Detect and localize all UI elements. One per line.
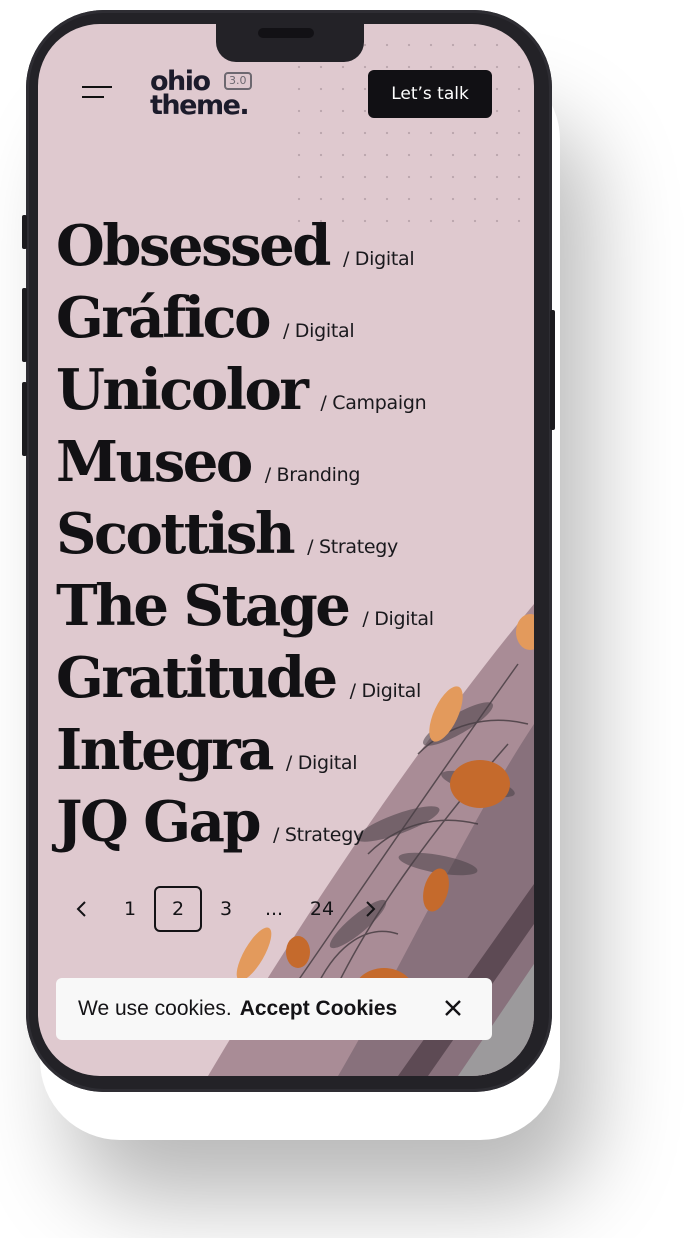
project-category: / Digital xyxy=(285,752,358,774)
phone-side-button xyxy=(22,382,27,456)
cookie-message: We use cookies. xyxy=(78,997,232,1020)
menu-line xyxy=(82,96,104,98)
pagination-prev-button[interactable] xyxy=(58,886,106,932)
project-name: Museo xyxy=(56,429,253,495)
logo-version-badge: 3.0 xyxy=(224,72,252,90)
dot-grid-decoration xyxy=(288,34,534,234)
project-item[interactable]: Museo / Branding xyxy=(56,426,434,498)
project-name: JQ Gap xyxy=(56,789,262,855)
project-item[interactable]: Gráfico / Digital xyxy=(56,282,434,354)
project-category: / Digital xyxy=(282,320,355,342)
close-icon[interactable] xyxy=(438,993,468,1023)
chevron-right-icon xyxy=(366,901,376,917)
project-item[interactable]: Unicolor / Campaign xyxy=(56,354,434,426)
project-list: Obsessed / Digital Gráfico / Digital Unico… xyxy=(56,210,434,858)
pagination-ellipsis: ... xyxy=(264,898,284,920)
pagination-page[interactable]: 24 xyxy=(298,886,346,932)
pagination: 1 2 3 ... 24 xyxy=(58,886,394,932)
phone-side-button xyxy=(22,215,27,249)
project-category: / Digital xyxy=(342,248,415,270)
project-name: Scottish xyxy=(56,501,296,567)
project-category: / Digital xyxy=(349,680,422,702)
logo-line-2: theme. xyxy=(150,90,250,121)
speaker xyxy=(258,28,314,38)
project-name: Obsessed xyxy=(56,213,331,279)
project-item[interactable]: The Stage / Digital xyxy=(56,570,434,642)
phone-side-button xyxy=(22,288,27,362)
pagination-page[interactable]: 3 xyxy=(202,886,250,932)
chevron-left-icon xyxy=(76,901,86,917)
accept-cookies-button[interactable]: Accept Cookies xyxy=(240,997,398,1021)
phone-frame: ohio theme. 3.0 Let’s talk Obsessed / Dig… xyxy=(22,10,555,1092)
project-item[interactable]: Gratitude / Digital xyxy=(56,642,434,714)
pagination-page-current[interactable]: 2 xyxy=(154,886,202,932)
project-category: / Digital xyxy=(362,608,434,630)
project-item[interactable]: Scottish / Strategy xyxy=(56,498,434,570)
project-name: Unicolor xyxy=(56,357,309,423)
pagination-next-button[interactable] xyxy=(346,886,394,932)
project-name: Gratitude xyxy=(56,645,338,711)
project-name: The Stage xyxy=(56,573,351,639)
logo[interactable]: ohio theme. 3.0 xyxy=(150,68,252,121)
phone-screen: ohio theme. 3.0 Let’s talk Obsessed / Dig… xyxy=(38,24,534,1076)
menu-line xyxy=(82,86,112,88)
project-name: Integra xyxy=(56,717,274,783)
project-name: Gráfico xyxy=(56,285,271,351)
project-item[interactable]: JQ Gap / Strategy xyxy=(56,786,434,858)
phone-notch xyxy=(216,24,364,62)
phone-side-button xyxy=(550,310,555,430)
project-category: / Strategy xyxy=(307,536,398,558)
project-category: / Campaign xyxy=(320,392,427,414)
cookie-banner: We use cookies. Accept Cookies xyxy=(56,978,492,1040)
project-item[interactable]: Integra / Digital xyxy=(56,714,434,786)
pagination-page[interactable]: 1 xyxy=(106,886,154,932)
project-category: / Branding xyxy=(264,464,361,486)
lets-talk-button[interactable]: Let’s talk xyxy=(368,70,492,118)
project-item[interactable]: Obsessed / Digital xyxy=(56,210,434,282)
hamburger-menu-icon[interactable] xyxy=(82,86,114,106)
project-category: / Strategy xyxy=(273,824,364,846)
